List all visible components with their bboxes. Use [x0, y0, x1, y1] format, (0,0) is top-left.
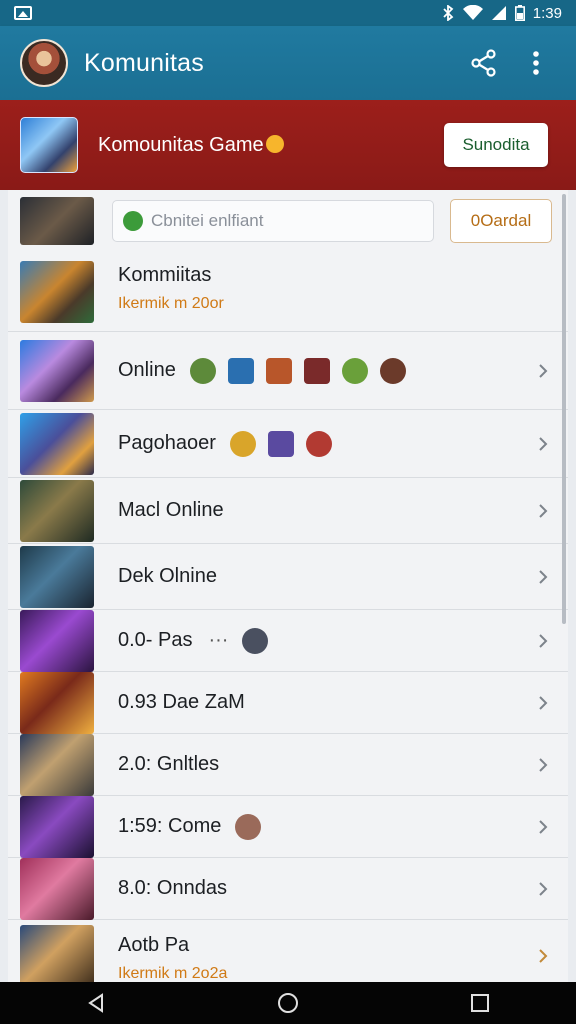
item-thumbnail: [20, 925, 94, 982]
chevron-right-icon: [534, 565, 552, 589]
list-item[interactable]: 0.93 Dae ZaM: [8, 671, 568, 734]
subscribe-button[interactable]: Sunodita: [444, 123, 548, 167]
hero-badge-icon: [305, 430, 332, 457]
item-title: Pagohaoer: [118, 432, 216, 454]
hero-badge-icon: [303, 357, 330, 384]
coin-badge-icon: [229, 430, 256, 457]
item-title: 2.0: Gnltles: [118, 753, 220, 775]
page-title: Komunitas: [84, 48, 204, 77]
community-banner: Komounitas Game Sunodita: [0, 100, 576, 190]
battery-icon: [514, 5, 525, 21]
item-thumbnail: [20, 609, 94, 672]
chevron-right-icon: [534, 499, 552, 523]
item-thumbnail: [20, 479, 94, 542]
smile-emoji-icon: [265, 134, 284, 153]
avatar[interactable]: [20, 39, 68, 87]
hero-badge-icon: [267, 430, 294, 457]
hero-badge-icon: [189, 357, 216, 384]
chevron-right-icon: [534, 877, 552, 901]
compose-row: Cbnitei enlfiant 0Oardal: [8, 190, 568, 252]
list-item[interactable]: 8.0: Onndas: [8, 857, 568, 920]
item-title: Online: [118, 359, 176, 381]
hero-badge-icon: [235, 813, 262, 840]
list-item[interactable]: 2.0: Gnltles: [8, 733, 568, 796]
chevron-right-icon: [534, 629, 552, 653]
app-bar: Komunitas: [0, 26, 576, 100]
post-input-placeholder: Cbnitei enlfiant: [151, 211, 264, 230]
list-item[interactable]: Online: [8, 332, 568, 410]
status-time: 1:39: [532, 4, 562, 22]
chevron-right-icon: [534, 944, 552, 968]
home-icon[interactable]: [277, 992, 299, 1014]
share-icon: [471, 49, 496, 77]
hero-badge-icon: [242, 627, 269, 654]
item-title: 8.0: Onndas: [118, 877, 227, 899]
signal-icon: [491, 6, 506, 20]
item-title: Kommiitas: [118, 264, 212, 286]
item-thumbnail: [20, 795, 94, 858]
hero-badge-icon: [227, 357, 254, 384]
list-item[interactable]: Macl Online: [8, 478, 568, 544]
item-extra: ···: [208, 629, 229, 651]
chevron-right-icon: [534, 691, 552, 715]
item-thumbnail: [20, 857, 94, 920]
chevron-right-icon: [534, 815, 552, 839]
hero-badge-icon: [341, 357, 368, 384]
more-options-button[interactable]: [516, 43, 556, 83]
game-logo: [20, 117, 78, 173]
post-input[interactable]: Cbnitei enlfiant: [112, 200, 434, 242]
item-title: Dek Olnine: [118, 565, 217, 587]
item-title: Macl Online: [118, 499, 224, 521]
banner-title: Komounitas Game: [98, 133, 264, 156]
wifi-icon: [462, 5, 483, 20]
scrollbar[interactable]: [562, 194, 566, 624]
share-button[interactable]: [464, 43, 504, 83]
item-thumbnail: [20, 412, 94, 475]
bluetooth-icon: [443, 5, 454, 21]
list-item[interactable]: Kommiitas Ikermik m 20or: [8, 252, 568, 332]
item-subtitle: Ikermik m 2o2a: [118, 964, 228, 982]
post-button[interactable]: 0Oardal: [450, 199, 552, 243]
list-item[interactable]: Dek Olnine: [8, 544, 568, 610]
community-list[interactable]: Cbnitei enlfiant 0Oardal Kommiitas Ikerm…: [8, 190, 568, 982]
item-title: Aotb Pa: [118, 933, 190, 956]
list-item[interactable]: Pagohaoer: [8, 410, 568, 478]
hero-badge-icon: [265, 357, 292, 384]
item-subtitle: Ikermik m 20or: [118, 295, 224, 312]
chat-icon: [123, 211, 143, 231]
back-icon[interactable]: [85, 992, 107, 1014]
item-thumbnail: [20, 545, 94, 608]
list-item[interactable]: 1:59: Come: [8, 795, 568, 858]
recents-icon[interactable]: [469, 992, 491, 1014]
item-thumbnail: [20, 339, 94, 402]
user-thumbnail: [20, 197, 94, 245]
item-thumbnail: [20, 671, 94, 734]
hero-badge-icon: [379, 357, 406, 384]
more-vert-icon: [533, 51, 539, 75]
item-title: 0.0- Pas: [118, 629, 193, 651]
status-bar: 1:39: [0, 0, 576, 26]
list-item[interactable]: 0.0- Pas ···: [8, 609, 568, 672]
gallery-notification-icon: [14, 6, 32, 20]
chevron-right-icon: [534, 753, 552, 777]
chevron-right-icon: [534, 359, 552, 383]
system-nav-bar: [0, 982, 576, 1024]
list-item[interactable]: Aotb Pa Ikermik m 2o2a: [8, 920, 568, 982]
item-title: 0.93 Dae ZaM: [118, 691, 245, 713]
item-thumbnail: [20, 733, 94, 796]
item-thumbnail: [20, 260, 94, 323]
chevron-right-icon: [534, 432, 552, 456]
item-title: 1:59: Come: [118, 815, 222, 837]
